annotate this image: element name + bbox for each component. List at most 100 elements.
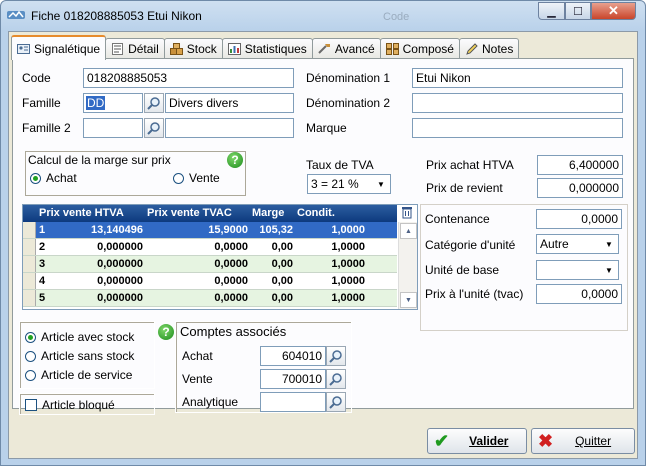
minimize-button[interactable]: ▁ (538, 2, 565, 20)
unite-base-dropdown[interactable]: ▼ (536, 260, 619, 280)
radio-label: Article sans stock (41, 349, 135, 363)
compte-achat-search-button[interactable] (326, 346, 346, 366)
quitter-button[interactable]: ✖ Quitter (531, 428, 635, 454)
article-bloque-group: Article bloqué (19, 393, 155, 415)
famille-code-field[interactable]: DD (83, 93, 143, 113)
maximize-button[interactable]: ☐ (565, 2, 591, 20)
tva-dropdown[interactable]: 3 = 21 % ▼ (307, 174, 391, 194)
cell-htva: 0,000000 (97, 258, 143, 270)
cell-tvac: 0,0000 (214, 258, 248, 270)
row-number: 5 (39, 292, 46, 304)
denomination1-label: Dénomination 1 (306, 71, 391, 85)
tab-label: Avancé (334, 42, 375, 56)
famille-label: Famille (22, 96, 61, 110)
row-indicator (23, 222, 36, 238)
magnifier-icon (329, 350, 342, 363)
close-button[interactable]: ✕ (591, 2, 636, 20)
table-row[interactable]: 5 0,000000 0,0000 0,00 1,0000 (23, 290, 397, 307)
famille2-name-field[interactable] (165, 118, 294, 138)
tab-label: Notes (481, 42, 514, 56)
chevron-up-icon: ▲ (405, 227, 412, 235)
compte-analytique-field[interactable] (260, 392, 326, 412)
table-row[interactable]: 1 13,140496 15,9000 105,32 1,0000 (23, 222, 397, 239)
famille-search-button[interactable] (144, 93, 164, 113)
row-number: 4 (39, 275, 46, 287)
dialog-client: Signalétique Détail Stock Statistiques A… (8, 31, 638, 459)
tab-stock[interactable]: Stock (163, 38, 223, 59)
tab-detail[interactable]: Détail (105, 38, 165, 59)
cell-marge: 0,00 (271, 241, 293, 253)
marque-label: Marque (306, 121, 347, 135)
trash-icon[interactable] (400, 205, 414, 219)
marge-title: Calcul de la marge sur prix (28, 153, 171, 167)
compte-achat-field[interactable]: 604010 (260, 346, 326, 366)
categorie-value: Autre (540, 237, 569, 251)
cell-htva: 0,000000 (97, 292, 143, 304)
prix-revient-field[interactable]: 0,000000 (537, 178, 623, 198)
comptes-group: Comptes associés Achat 604010 Vente 7000… (175, 321, 352, 413)
valider-button[interactable]: ✔ Valider (427, 428, 527, 454)
marge-vente-radio[interactable]: Vente (173, 171, 220, 185)
radio-dot (25, 369, 36, 381)
window-title: Fiche 018208885053 Etui Nikon (31, 9, 202, 23)
cell-tvac: 0,0000 (214, 241, 248, 253)
column-header[interactable]: Prix vente TVAC (147, 207, 232, 219)
scroll-down-button[interactable]: ▼ (400, 292, 417, 308)
article-sans-stock-radio[interactable]: Article sans stock (25, 349, 134, 363)
row-number: 1 (39, 224, 46, 236)
compte-vente-field[interactable]: 700010 (260, 369, 326, 389)
help-icon[interactable]: ? (227, 152, 243, 168)
prix-achat-field[interactable]: 6,400000 (537, 155, 623, 175)
app-logo-icon (7, 10, 25, 19)
minimize-icon: ▁ (547, 5, 556, 18)
denomination1-field[interactable]: Etui Nikon (412, 68, 623, 88)
grid-scrollbar[interactable]: ▲ ▼ (398, 222, 417, 309)
tab-signaletique[interactable]: Signalétique (11, 35, 107, 60)
famille2-code-field[interactable] (83, 118, 143, 138)
cell-tvac: 0,0000 (214, 275, 248, 287)
tab-notes[interactable]: Notes (458, 38, 520, 59)
chevron-down-icon: ▼ (605, 265, 613, 275)
tab-statistiques[interactable]: Statistiques (221, 38, 313, 59)
radio-dot (25, 331, 36, 343)
famille-code-value: DD (86, 96, 106, 110)
denomination2-field[interactable] (412, 93, 623, 113)
radio-label: Article de service (41, 368, 133, 382)
cell-condit: 1,0000 (331, 292, 365, 304)
unite-base-label: Unité de base (425, 263, 500, 277)
radio-dot (25, 350, 36, 362)
marge-achat-radio[interactable]: Achat (30, 171, 77, 185)
row-number: 2 (39, 241, 46, 253)
marque-field[interactable] (412, 118, 623, 138)
scroll-up-button[interactable]: ▲ (400, 223, 417, 239)
article-service-radio[interactable]: Article de service (25, 368, 132, 382)
price-grid[interactable]: Prix vente HTVA Prix vente TVAC Marge Co… (22, 204, 418, 310)
row-indicator (23, 290, 36, 306)
prix-achat-label: Prix achat HTVA (426, 158, 514, 172)
famille-name-field[interactable]: Divers divers (165, 93, 294, 113)
radio-label: Article avec stock (41, 330, 135, 344)
article-avec-stock-radio[interactable]: Article avec stock (25, 330, 134, 344)
column-header[interactable]: Prix vente HTVA (39, 207, 124, 219)
tab-compose[interactable]: Composé (379, 38, 460, 59)
article-bloque-checkbox[interactable]: Article bloqué (25, 398, 115, 412)
column-header[interactable]: Marge (252, 207, 284, 219)
help-icon[interactable]: ? (158, 324, 174, 340)
magnifier-icon (329, 373, 342, 386)
categorie-dropdown[interactable]: Autre ▼ (536, 234, 619, 254)
code-field[interactable]: 018208885053 (83, 68, 294, 88)
compte-analytique-search-button[interactable] (326, 392, 346, 412)
tab-avance[interactable]: Avancé (311, 38, 381, 59)
contenance-field[interactable]: 0,0000 (536, 209, 622, 229)
tab-label: Détail (128, 42, 159, 56)
cell-condit: 1,0000 (331, 275, 365, 287)
column-header[interactable]: Condit. (297, 207, 335, 219)
prix-unite-field[interactable]: 0,0000 (536, 284, 622, 304)
title-bar[interactable]: Fiche 018208885053 Etui Nikon Code ▁ ☐ ✕ (1, 1, 645, 31)
table-row[interactable]: 2 0,000000 0,0000 0,00 1,0000 (23, 239, 397, 256)
compte-vente-search-button[interactable] (326, 369, 346, 389)
famille2-search-button[interactable] (144, 118, 164, 138)
magnifier-icon (147, 122, 160, 135)
table-row[interactable]: 3 0,000000 0,0000 0,00 1,0000 (23, 256, 397, 273)
table-row[interactable]: 4 0,000000 0,0000 0,00 1,0000 (23, 273, 397, 290)
